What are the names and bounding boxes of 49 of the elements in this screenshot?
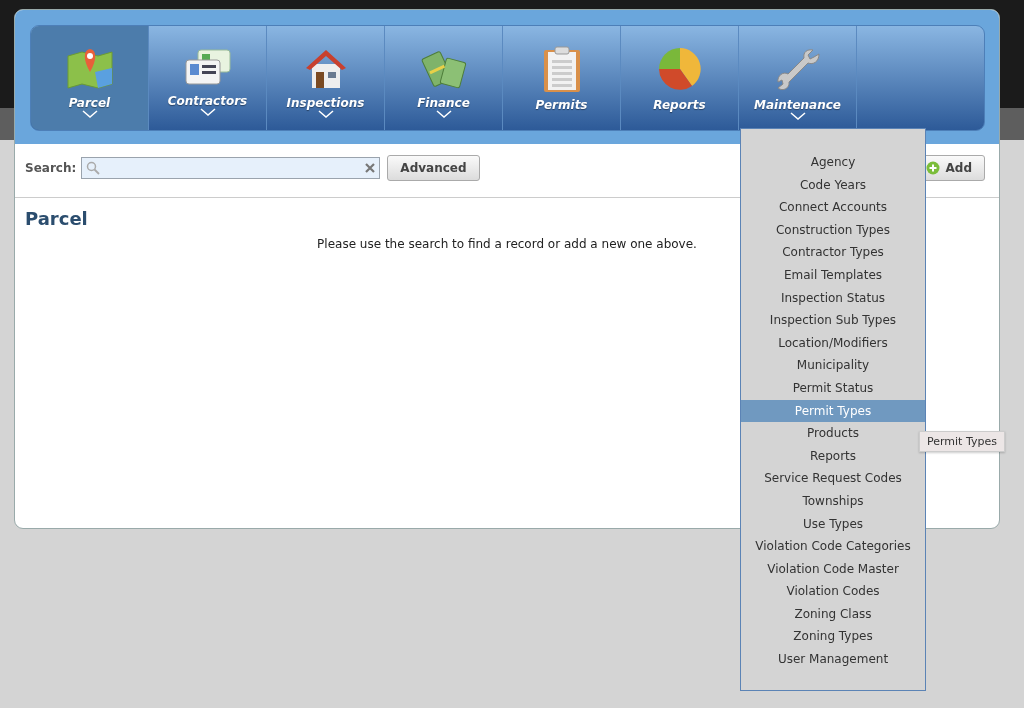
nav-tab-label: Contractors xyxy=(167,94,248,108)
menu-item[interactable]: Connect Accounts xyxy=(741,196,925,219)
pie-chart-icon xyxy=(656,46,703,92)
menu-item[interactable]: Zoning Class xyxy=(741,602,925,626)
id-cards-icon xyxy=(183,46,232,88)
nav-tab-label: Maintenance xyxy=(754,98,841,112)
nav-tab[interactable]: Finance xyxy=(385,26,503,130)
search-label: Search: xyxy=(25,161,77,175)
menu-item[interactable]: Violation Codes xyxy=(741,580,925,603)
menu-item[interactable]: Zoning Types xyxy=(741,625,925,649)
nav-tab[interactable]: Contractors xyxy=(149,26,267,130)
menu-item[interactable]: User Management xyxy=(741,648,925,671)
nav-tab-label: Permits xyxy=(535,98,588,112)
advanced-button[interactable]: Advanced xyxy=(387,155,480,181)
caret-icon xyxy=(435,110,452,119)
nav-tab[interactable]: Permits xyxy=(503,26,621,130)
menu-item[interactable]: Townships xyxy=(741,489,925,513)
nav-tab[interactable]: Parcel xyxy=(31,26,149,130)
search-icon xyxy=(86,161,101,175)
empty-message: Please use the search to find a record or add a new one above. xyxy=(316,237,698,251)
menu-item[interactable]: Inspection Status xyxy=(741,286,925,310)
menu-item[interactable]: Municipality xyxy=(741,354,925,377)
caret-icon xyxy=(317,110,334,119)
nav-tab-label: Reports xyxy=(653,98,706,112)
nav-tab[interactable]: Inspections xyxy=(267,26,385,130)
clipboard-icon xyxy=(541,46,582,92)
search-field[interactable] xyxy=(81,157,381,179)
map-pin-icon xyxy=(64,46,115,90)
nav-tab-label: Inspections xyxy=(286,96,365,110)
clear-icon[interactable] xyxy=(365,163,376,173)
menu-item[interactable]: Location/Modifiers xyxy=(741,331,925,355)
wrench-icon xyxy=(774,46,821,92)
menu-item[interactable]: Email Templates xyxy=(741,263,925,287)
menu-item[interactable]: Violation Code Master xyxy=(741,557,925,581)
menu-item[interactable]: Contractor Types xyxy=(741,241,925,264)
menu-item[interactable]: Permit Status xyxy=(741,376,925,400)
caret-icon xyxy=(789,112,806,121)
menu-item[interactable]: Violation Code Categories xyxy=(741,535,925,558)
menu-item[interactable]: Service Request Codes xyxy=(741,467,925,490)
menu-item[interactable]: Construction Types xyxy=(741,218,925,242)
nav-tab-label: Parcel xyxy=(68,96,111,110)
caret-icon xyxy=(199,108,216,117)
tooltip: Permit Types xyxy=(919,431,1005,452)
menu-item[interactable]: Use Types xyxy=(741,512,925,536)
plus-circle-icon xyxy=(925,161,940,175)
caret-icon xyxy=(81,110,98,119)
nav-tab-label: Finance xyxy=(417,96,470,110)
nav-tab[interactable]: Reports xyxy=(621,26,739,130)
menu-item[interactable]: Inspection Sub Types xyxy=(741,309,925,332)
